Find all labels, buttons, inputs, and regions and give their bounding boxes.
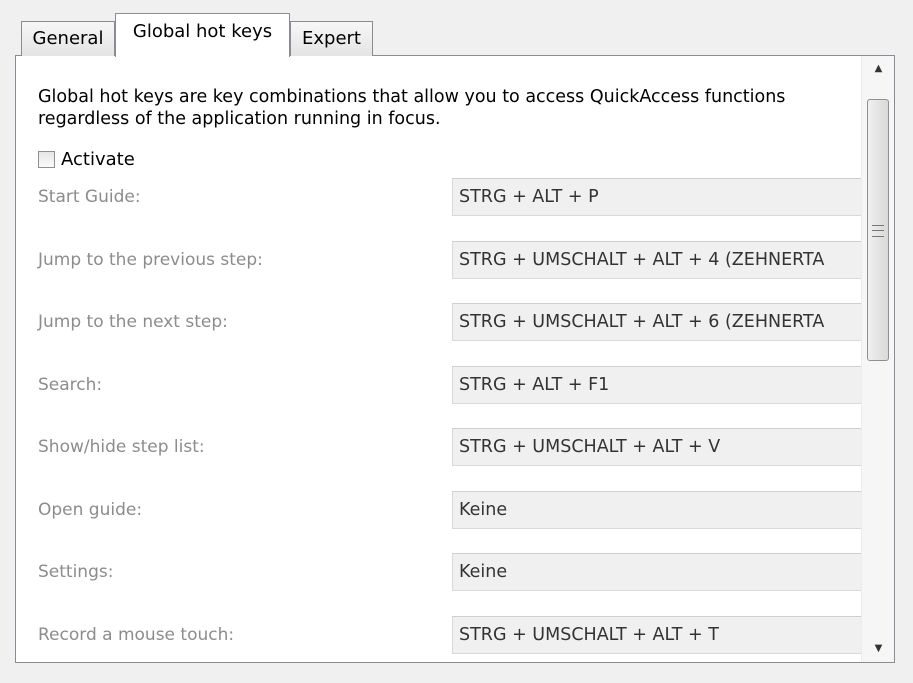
hotkey-field[interactable]: STRG + ALT + P	[452, 178, 861, 216]
hotkey-field[interactable]: STRG + ALT + F1	[452, 366, 861, 404]
hotkey-field[interactable]: Keine	[452, 491, 861, 529]
vertical-scrollbar[interactable]: ▲ ▼	[861, 56, 894, 662]
activate-checkbox[interactable]	[38, 150, 55, 168]
hotkey-field[interactable]: STRG + UMSCHALT + ALT + 4 (ZEHNERTA	[452, 241, 861, 279]
scroll-down-arrow-icon[interactable]: ▼	[862, 636, 895, 662]
grip-icon	[872, 225, 884, 237]
hotkey-row-previous-step: Jump to the previous step: STRG + UMSCHA…	[16, 241, 861, 279]
activate-checkbox-row[interactable]: Activate	[38, 147, 135, 171]
activate-label: Activate	[61, 148, 135, 170]
hotkey-label: Jump to the previous step:	[38, 250, 263, 270]
hotkey-field[interactable]: STRG + UMSCHALT + ALT + T	[452, 616, 861, 654]
hotkey-row-settings: Settings: Keine	[16, 553, 861, 591]
hotkey-label: Record a mouse touch:	[38, 625, 235, 645]
scroll-up-arrow-icon[interactable]: ▲	[862, 56, 895, 82]
hotkey-row-search: Search: STRG + ALT + F1	[16, 366, 861, 404]
hotkey-label: Start Guide:	[38, 187, 141, 207]
hotkey-row-next-step: Jump to the next step: STRG + UMSCHALT +…	[16, 303, 861, 341]
tab-global-hot-keys[interactable]: Global hot keys	[115, 13, 290, 57]
hotkey-row-start-guide: Start Guide: STRG + ALT + P	[16, 178, 861, 216]
hotkey-label: Search:	[38, 375, 103, 395]
panel-content: Global hot keys are key combinations tha…	[16, 56, 861, 662]
hotkey-label: Open guide:	[38, 500, 143, 520]
intro-text: Global hot keys are key combinations tha…	[38, 87, 786, 129]
hotkey-row-open-guide: Open guide: Keine	[16, 491, 861, 529]
hotkey-field[interactable]: STRG + UMSCHALT + ALT + 6 (ZEHNERTA	[452, 303, 861, 341]
tab-general[interactable]: General	[21, 21, 115, 56]
tab-panel: Global hot keys are key combinations tha…	[15, 55, 895, 663]
hotkey-row-mouse-touch: Record a mouse touch: STRG + UMSCHALT + …	[16, 616, 861, 654]
hotkey-row-step-list: Show/hide step list: STRG + UMSCHALT + A…	[16, 428, 861, 466]
hotkey-label: Jump to the next step:	[38, 312, 228, 332]
hotkey-label: Settings:	[38, 562, 114, 582]
hotkey-field[interactable]: STRG + UMSCHALT + ALT + V	[452, 428, 861, 466]
hotkey-field[interactable]: Keine	[452, 553, 861, 591]
hotkey-label: Show/hide step list:	[38, 437, 205, 457]
scrollbar-thumb[interactable]	[867, 99, 889, 361]
tab-expert[interactable]: Expert	[290, 21, 373, 56]
